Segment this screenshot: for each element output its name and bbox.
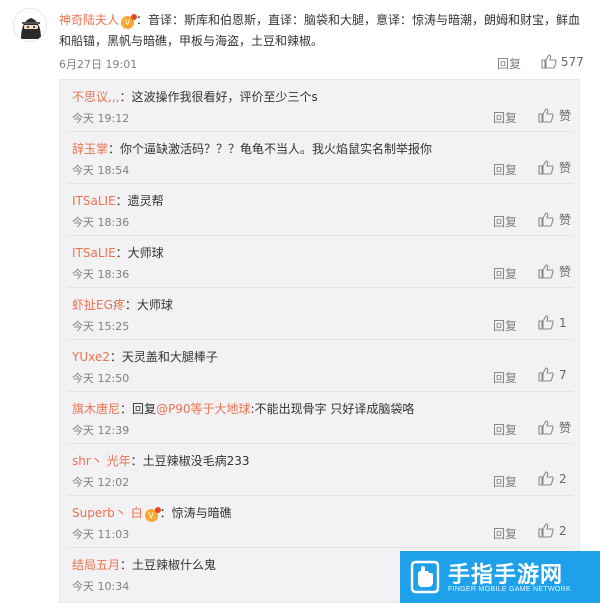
reply-username[interactable]: 旗木唐尼 xyxy=(72,402,120,416)
reply-text: ：大师球 xyxy=(124,298,173,312)
main-comment-time: 6月27日 19:01 xyxy=(59,58,138,71)
reply-username[interactable]: Superb丶 白 xyxy=(72,506,143,520)
reply-text: ：大师球 xyxy=(115,246,164,260)
list-item: YUxe2：天灵盖和大腿棒子 今天 12:50 回复 7 xyxy=(60,340,581,392)
reply-time: 今天 15:25 xyxy=(72,320,130,333)
reply-time: 今天 12:50 xyxy=(72,372,130,385)
reply-text: ：遗灵帮 xyxy=(115,194,164,208)
reply-username[interactable]: ITSaLIE xyxy=(72,246,116,260)
reply-time: 今天 10:34 xyxy=(72,580,130,593)
reply-text: ：土豆辣椒什么鬼 xyxy=(120,558,217,572)
list-item: shr丶 光年：土豆辣椒没毛病233 今天 12:02 回复 2 xyxy=(60,444,581,496)
watermark-subtitle: FINGER MOBILE GAME NETWORK xyxy=(448,586,571,593)
reply-time: 今天 18:36 xyxy=(72,216,130,229)
reply-username[interactable]: 辞玉掌 xyxy=(72,142,108,156)
reply-time: 今天 12:02 xyxy=(72,476,130,489)
reply-text-prefix: ：回复 xyxy=(120,402,157,416)
reply-text: :不能出现骨字 只好译成脑袋咯 xyxy=(250,402,415,416)
reply-text: ：这波操作我很看好，评价至少三个s xyxy=(119,90,318,104)
thumb-up-icon xyxy=(538,471,554,486)
mention-link[interactable]: @P90等于大地球 xyxy=(156,402,251,416)
like-count: 赞 xyxy=(559,161,572,175)
site-watermark: 手指手游网 FINGER MOBILE GAME NETWORK xyxy=(400,551,600,603)
main-comment: 神奇陆夫人 V ：音译：斯库和伯恩斯，直译：脑袋和大腿，意译：惊涛与暗潮，朗姆和财宝… xyxy=(0,0,600,71)
thumb-up-icon xyxy=(538,160,554,175)
list-item: ITSaLIE：大师球 今天 18:36 回复 赞 xyxy=(60,236,581,288)
reply-username[interactable]: 虾扯EG疼 xyxy=(72,298,125,312)
reply-button[interactable]: 回复 xyxy=(493,161,517,178)
reply-time: 今天 12:39 xyxy=(72,424,130,437)
thumb-up-icon xyxy=(538,212,554,227)
main-username[interactable]: 神奇陆夫人 xyxy=(59,13,119,27)
like-count: 赞 xyxy=(559,213,572,227)
like-button[interactable]: 赞 xyxy=(538,263,571,280)
thumb-up-icon xyxy=(538,264,554,279)
reply-text: ：天灵盖和大腿棒子 xyxy=(109,350,218,364)
reply-time: 今天 11:03 xyxy=(72,528,130,541)
reply-username[interactable]: 不思议,,, xyxy=(72,90,119,104)
main-like-button[interactable]: 577 xyxy=(541,54,584,69)
reply-username[interactable]: YUxe2 xyxy=(72,350,110,364)
list-item: 辞玉掌：你个逼缺激活码？？？龟龟不当人。我火焰鼠实名制举报你 今天 18:54 … xyxy=(60,132,581,184)
watermark-title: 手指手游网 xyxy=(448,563,564,588)
reply-list: 不思议,,,：这波操作我很看好，评价至少三个s 今天 19:12 回复 赞 辞玉… xyxy=(59,79,580,603)
reply-username[interactable]: shr丶 光年 xyxy=(72,454,131,468)
avatar[interactable] xyxy=(13,8,47,42)
list-item: Superb丶 白 V ：惊涛与暗礁 今天 11:03 回复 2 xyxy=(60,496,581,548)
like-count: 赞 xyxy=(559,109,572,123)
reply-username[interactable]: ITSaLIE xyxy=(72,194,116,208)
reply-button[interactable]: 回复 xyxy=(493,369,517,386)
like-count: 2 xyxy=(559,524,567,538)
reply-time: 今天 18:36 xyxy=(72,268,130,281)
main-reply-button[interactable]: 回复 xyxy=(497,55,521,72)
main-comment-body: ：音译：斯库和伯恩斯，直译：脑袋和大腿，意译：惊涛与暗潮，朗姆和财宝，鲜血和船锚… xyxy=(59,13,581,48)
like-button[interactable]: 赞 xyxy=(538,419,571,436)
reply-button[interactable]: 回复 xyxy=(493,421,517,438)
thumb-up-icon xyxy=(538,108,554,123)
reply-text: ：土豆辣椒没毛病233 xyxy=(130,454,250,468)
like-count: 赞 xyxy=(559,421,572,435)
like-button[interactable]: 7 xyxy=(538,367,567,382)
thumb-up-icon xyxy=(541,54,557,69)
list-item: 虾扯EG疼：大师球 今天 15:25 回复 1 xyxy=(60,288,581,340)
thumb-up-icon xyxy=(538,367,554,382)
ninja-avatar-icon xyxy=(14,9,46,41)
reply-time: 今天 18:54 xyxy=(72,164,130,177)
hand-logo-icon xyxy=(410,560,440,594)
reply-text: ：惊涛与暗礁 xyxy=(159,506,232,520)
reply-time: 今天 19:12 xyxy=(72,112,130,125)
like-button[interactable]: 1 xyxy=(538,315,567,330)
thumb-up-icon xyxy=(538,523,554,538)
reply-button[interactable]: 回复 xyxy=(493,317,517,334)
like-count: 1 xyxy=(559,316,567,330)
reply-username[interactable]: 结局五月 xyxy=(72,558,120,572)
main-like-count: 577 xyxy=(560,55,584,69)
reply-button[interactable]: 回复 xyxy=(493,265,517,282)
like-button[interactable]: 赞 xyxy=(538,211,571,228)
like-count: 赞 xyxy=(559,265,572,279)
like-button[interactable]: 2 xyxy=(538,523,567,538)
reply-button[interactable]: 回复 xyxy=(493,109,517,126)
like-button[interactable]: 赞 xyxy=(538,107,571,124)
vip-badge-icon: V xyxy=(144,507,161,522)
reply-button[interactable]: 回复 xyxy=(493,473,517,490)
vip-badge-icon: V xyxy=(121,14,138,29)
thumb-up-icon xyxy=(538,315,554,330)
like-button[interactable]: 2 xyxy=(538,471,567,486)
main-comment-text: 神奇陆夫人 V ：音译：斯库和伯恩斯，直译：脑袋和大腿，意译：惊涛与暗潮，朗姆和财宝… xyxy=(59,10,589,52)
list-item: ITSaLIE：遗灵帮 今天 18:36 回复 赞 xyxy=(60,184,581,236)
like-count: 7 xyxy=(559,368,567,382)
like-count: 2 xyxy=(559,472,567,486)
reply-text: ：你个逼缺激活码？？？龟龟不当人。我火焰鼠实名制举报你 xyxy=(108,142,433,156)
like-button[interactable]: 赞 xyxy=(538,159,571,176)
list-item: 旗木唐尼：回复@P90等于大地球:不能出现骨字 只好译成脑袋咯 今天 12:39… xyxy=(60,392,581,444)
list-item: 不思议,,,：这波操作我很看好，评价至少三个s 今天 19:12 回复 赞 xyxy=(60,80,581,132)
reply-button[interactable]: 回复 xyxy=(493,525,517,542)
reply-button[interactable]: 回复 xyxy=(493,213,517,230)
thumb-up-icon xyxy=(538,420,554,435)
